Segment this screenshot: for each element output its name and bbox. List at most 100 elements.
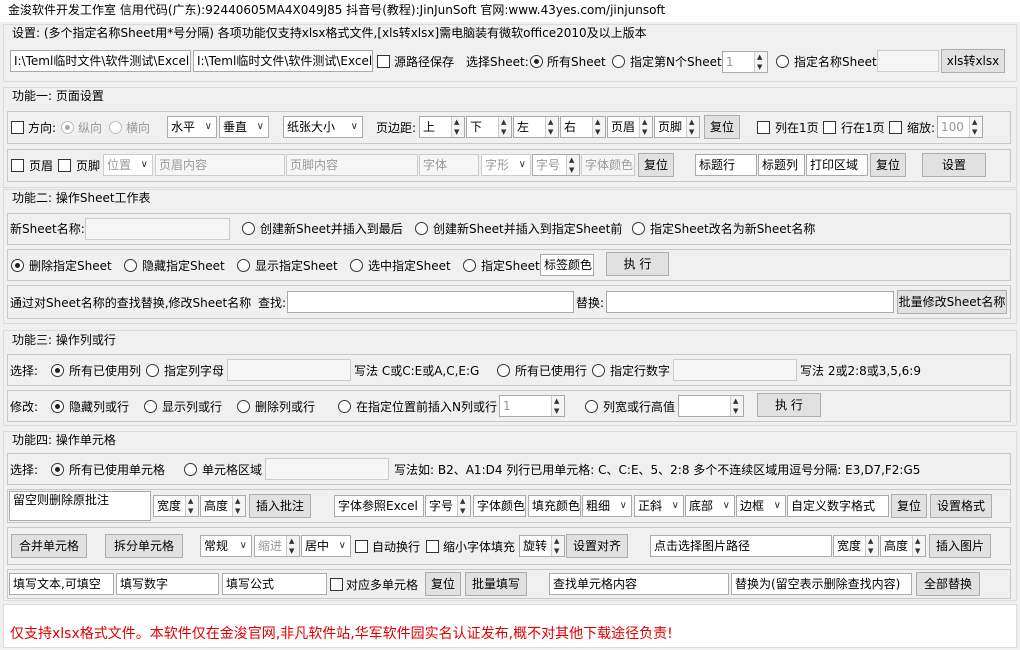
h-align-select[interactable]: 常规 ∨ <box>200 535 252 557</box>
cols-input[interactable] <box>227 359 351 381</box>
font-input[interactable]: 字体 <box>419 154 479 176</box>
bold-select[interactable]: 粗细 ∨ <box>582 495 632 517</box>
hide-rc-radio[interactable] <box>51 400 64 413</box>
insert-rc-radio[interactable] <box>338 400 351 413</box>
comment-height-stepper[interactable]: 高度 ▲ ▼ <box>200 495 246 517</box>
print-reset-button[interactable]: 复位 <box>870 153 906 177</box>
header-checkbox[interactable] <box>11 159 24 172</box>
unmerge-button[interactable]: 拆分单元格 <box>105 534 183 558</box>
fill-text-input[interactable]: 填写文本,可填空 <box>9 573 114 595</box>
zoom-stepper[interactable]: 100 ▲ ▼ <box>937 116 983 138</box>
nth-sheet-stepper[interactable]: 1 ▲ ▼ <box>722 51 768 73</box>
xls-to-xlsx-button[interactable]: xls转xlsx <box>941 49 1005 73</box>
insert-n-stepper[interactable]: 1 ▲ ▼ <box>499 395 565 417</box>
all-rows-radio[interactable] <box>497 364 510 377</box>
merge-button[interactable]: 合并单元格 <box>11 534 87 558</box>
batch-fill-button[interactable]: 批量填写 <box>465 572 527 596</box>
multi-cell-checkbox[interactable] <box>330 578 343 591</box>
replace-content-input[interactable]: 替换为(留空表示删除查找内容) <box>731 573 912 595</box>
all-sheet-radio[interactable] <box>530 55 543 68</box>
format-reset-button[interactable]: 复位 <box>891 494 927 518</box>
v-align-select[interactable]: 居中 ∨ <box>301 535 351 557</box>
italic-select[interactable]: 正斜 ∨ <box>634 495 684 517</box>
fit-rows-checkbox[interactable] <box>823 121 836 134</box>
image-width-stepper[interactable]: 宽度 ▲ ▼ <box>833 535 879 557</box>
delete-rc-radio[interactable] <box>237 400 250 413</box>
insert-comment-button[interactable]: 插入批注 <box>249 494 311 518</box>
named-sheet-radio[interactable] <box>776 55 789 68</box>
portrait-radio[interactable] <box>61 121 74 134</box>
margin-top-stepper[interactable]: 上 ▲ ▼ <box>419 116 465 138</box>
halign-select[interactable]: 水平 ∨ <box>167 116 217 138</box>
title-col-input[interactable]: 标题列 <box>758 154 805 176</box>
target-path-input[interactable]: I:\Teml临时文件\软件测试\ExcelS <box>193 50 373 72</box>
font-color-input[interactable]: 字体颜色 <box>581 154 635 176</box>
fill-number-input[interactable]: 填写数字 <box>116 573 219 595</box>
image-height-stepper[interactable]: 高度 ▲ ▼ <box>880 535 926 557</box>
margin-left-stepper[interactable]: 左 ▲ ▼ <box>513 116 559 138</box>
set-align-button[interactable]: 设置对齐 <box>566 534 628 558</box>
underline-select[interactable]: 底部 ∨ <box>685 495 735 517</box>
select-sheet-radio[interactable] <box>350 259 363 272</box>
margin-header-stepper[interactable]: 页眉 ▲ ▼ <box>607 116 653 138</box>
page-apply-button[interactable]: 设置 <box>922 153 986 177</box>
range-input[interactable] <box>265 458 389 480</box>
print-area-input[interactable]: 打印区域 <box>806 154 868 176</box>
fit-cols-checkbox[interactable] <box>757 121 770 134</box>
font-size-stepper[interactable]: 字号 ▲ ▼ <box>532 154 580 176</box>
rc-run-button[interactable]: 执 行 <box>757 393 821 417</box>
fill-color-input[interactable]: 填充颜色 <box>528 495 581 517</box>
hide-sheet-radio[interactable] <box>124 259 137 272</box>
paper-size-select[interactable]: 纸张大小 ∨ <box>283 116 363 138</box>
all-cols-radio[interactable] <box>51 364 64 377</box>
all-cells-radio[interactable] <box>51 463 64 476</box>
footer-content-input[interactable]: 页脚内容 <box>286 154 418 176</box>
fill-reset-button[interactable]: 复位 <box>425 572 461 596</box>
orientation-checkbox[interactable] <box>11 121 24 134</box>
cell-font-color-input[interactable]: 字体颜色 <box>473 495 526 517</box>
margin-reset-button[interactable]: 复位 <box>704 115 740 139</box>
tab-color-input[interactable]: 标签颜色 <box>540 254 594 276</box>
margin-footer-stepper[interactable]: 页脚 ▲ ▼ <box>654 116 700 138</box>
rotate-stepper[interactable]: 旋转 ▲ ▼ <box>519 535 565 557</box>
delete-sheet-radio[interactable] <box>11 259 24 272</box>
nth-sheet-radio[interactable] <box>612 55 625 68</box>
range-radio[interactable] <box>184 463 197 476</box>
width-rc-radio[interactable] <box>585 400 598 413</box>
new-sheet-name-input[interactable] <box>85 218 230 240</box>
create-end-radio[interactable] <box>242 222 255 235</box>
header-content-input[interactable]: 页眉内容 <box>155 154 285 176</box>
cell-font-size-stepper[interactable]: 字号 ▲ ▼ <box>425 495 471 517</box>
font-ref-input[interactable]: 字体参照Excel <box>334 495 424 517</box>
replace-sheet-input[interactable] <box>606 291 894 313</box>
named-sheet-input[interactable] <box>877 50 939 72</box>
spec-cols-radio[interactable] <box>146 364 159 377</box>
header-reset-button[interactable]: 复位 <box>638 153 674 177</box>
tab-color-radio[interactable] <box>463 259 476 272</box>
rename-sheet-radio[interactable] <box>632 222 645 235</box>
insert-image-button[interactable]: 插入图片 <box>929 534 991 558</box>
landscape-radio[interactable] <box>109 121 122 134</box>
batch-rename-button[interactable]: 批量修改Sheet名称 <box>897 290 1007 314</box>
position-select[interactable]: 位置 ∨ <box>103 154 153 176</box>
sheet-run-button[interactable]: 执 行 <box>606 252 669 276</box>
shrink-checkbox[interactable] <box>426 540 439 553</box>
replace-all-button[interactable]: 全部替换 <box>916 572 980 596</box>
source-path-input[interactable]: I:\Teml临时文件\软件测试\ExcelS <box>10 50 191 72</box>
show-sheet-radio[interactable] <box>237 259 250 272</box>
margin-bottom-stepper[interactable]: 下 ▲ ▼ <box>466 116 512 138</box>
indent-stepper[interactable]: 缩进 ▲ ▼ <box>254 535 300 557</box>
set-format-button[interactable]: 设置格式 <box>930 494 992 518</box>
comment-width-stepper[interactable]: 宽度 ▲ ▼ <box>153 495 199 517</box>
rows-input[interactable] <box>673 359 797 381</box>
image-path-input[interactable]: 点击选择图片路径 <box>650 535 832 557</box>
create-before-radio[interactable] <box>415 222 428 235</box>
zoom-checkbox[interactable] <box>889 121 902 134</box>
keep-path-checkbox[interactable] <box>377 55 390 68</box>
wrap-checkbox[interactable] <box>355 540 368 553</box>
width-stepper[interactable]: ▲ ▼ <box>678 395 744 417</box>
comment-input[interactable]: 留空则删除原批注 <box>9 491 151 521</box>
find-content-input[interactable]: 查找单元格内容 <box>549 573 729 595</box>
font-style-select[interactable]: 字形 ∨ <box>481 154 531 176</box>
find-sheet-input[interactable] <box>287 291 574 313</box>
